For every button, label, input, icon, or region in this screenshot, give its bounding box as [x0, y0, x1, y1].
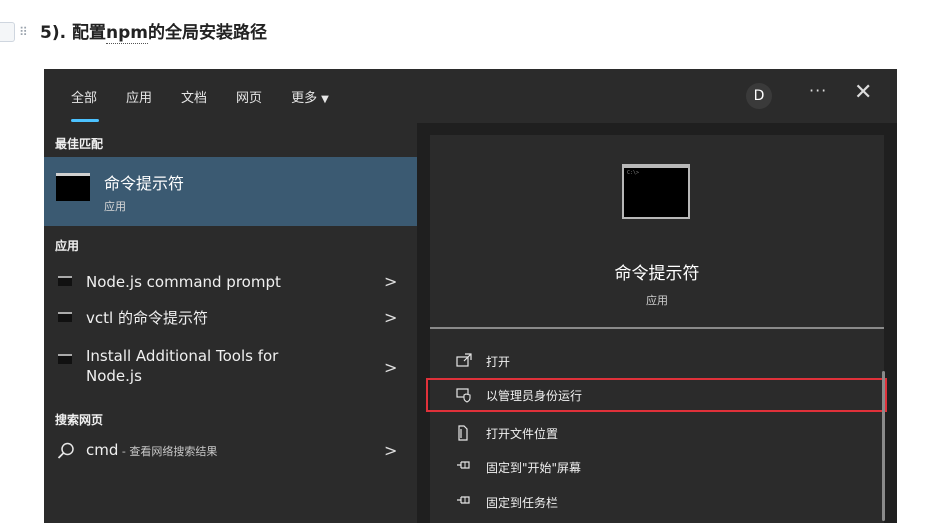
preview-card: 命令提示符 应用 [430, 135, 884, 329]
best-match-header: 最佳匹配 [55, 137, 104, 151]
scrollbar[interactable] [882, 371, 885, 521]
search-icon [57, 442, 74, 459]
command-prompt-icon [56, 173, 90, 201]
tab-all[interactable]: 全部 [71, 87, 100, 122]
action-open[interactable]: 打开 [430, 344, 884, 378]
pin-icon [457, 461, 470, 469]
open-icon [456, 353, 472, 367]
action-label: 打开文件位置 [486, 427, 559, 441]
app-label: Install Additional Tools for Node.js [86, 347, 279, 385]
best-match-title: 命令提示符 [104, 174, 185, 193]
preview-pane: 命令提示符 应用 打开 以管理员身份运行 [417, 123, 897, 523]
block-toggle-button[interactable] [0, 22, 15, 42]
action-run-as-admin[interactable]: 以管理员身份运行 [426, 378, 887, 412]
tab-web[interactable]: 网页 [236, 87, 262, 106]
action-label: 以管理员身份运行 [486, 389, 583, 403]
command-prompt-icon [622, 164, 690, 219]
best-match-subtitle: 应用 [104, 200, 126, 213]
web-search-result[interactable]: cmd - 查看网络搜索结果 > [44, 435, 417, 473]
heading-text-b: 的全局安装路径 [147, 23, 267, 43]
terminal-icon [58, 276, 72, 286]
list-item[interactable]: Install Additional Tools for Node.js > [44, 339, 417, 387]
action-pin-to-taskbar[interactable]: 固定到任务栏 [430, 485, 884, 519]
more-options-button[interactable]: ··· [809, 81, 827, 100]
heading-text-a: 配置 [71, 23, 106, 43]
list-item[interactable]: Node.js command prompt > [44, 263, 417, 301]
search-tabs: 全部 应用 文档 网页 更多 ▼ [71, 87, 358, 122]
action-label: 固定到"开始"屏幕 [486, 461, 582, 475]
tab-more[interactable]: 更多 ▼ [291, 87, 329, 106]
heading-number: 5). [40, 23, 72, 43]
shield-icon [456, 388, 471, 403]
apps-header: 应用 [55, 239, 80, 253]
web-search-label: cmd - 查看网络搜索结果 [86, 441, 217, 459]
tab-more-label: 更多 [291, 91, 318, 106]
block-gutter: ⠿ [0, 14, 33, 50]
results-list: 最佳匹配 命令提示符 应用 应用 Node.js command prompt … [44, 123, 417, 523]
action-label: 固定到任务栏 [486, 496, 559, 510]
action-pin-to-start[interactable]: 固定到"开始"屏幕 [430, 450, 884, 484]
close-button[interactable]: ✕ [854, 80, 872, 105]
tab-documents[interactable]: 文档 [181, 87, 207, 106]
app-label: vctl 的命令提示符 [86, 309, 208, 327]
best-match-result[interactable]: 命令提示符 应用 [44, 157, 417, 226]
preview-title: 命令提示符 [614, 264, 700, 284]
action-open-file-location[interactable]: 打开文件位置 [430, 416, 884, 450]
terminal-icon [58, 312, 72, 322]
avatar[interactable]: D [746, 83, 772, 109]
list-item[interactable]: vctl 的命令提示符 > [44, 299, 417, 337]
actions-list: 打开 以管理员身份运行 打开文件位置 固定到"开始"屏幕 固定到任务栏 [426, 329, 887, 523]
chevron-right-icon[interactable]: > [384, 358, 397, 377]
search-topbar: 全部 应用 文档 网页 更多 ▼ D ··· ✕ [44, 69, 897, 123]
web-query-suffix: - 查看网络搜索结果 [118, 445, 218, 458]
chevron-right-icon[interactable]: > [384, 441, 397, 460]
terminal-icon [58, 354, 72, 364]
drag-handle-icon[interactable]: ⠿ [19, 25, 28, 39]
pin-icon [457, 496, 470, 504]
preview-subtitle: 应用 [646, 294, 668, 307]
windows-search-panel: 全部 应用 文档 网页 更多 ▼ D ··· ✕ 最佳匹配 命令提示符 应用 应用… [44, 69, 897, 523]
file-location-icon [458, 425, 468, 441]
chevron-right-icon[interactable]: > [384, 272, 397, 291]
section-heading: 5). 配置npm的全局安装路径 [40, 18, 267, 44]
heading-npm: npm [105, 23, 148, 44]
app-label: Node.js command prompt [86, 273, 281, 291]
web-query: cmd [86, 441, 119, 459]
web-search-header: 搜索网页 [55, 413, 104, 427]
action-label: 打开 [486, 355, 511, 369]
tab-apps[interactable]: 应用 [126, 87, 152, 106]
chevron-down-icon: ▼ [321, 94, 329, 105]
chevron-right-icon[interactable]: > [384, 308, 397, 327]
